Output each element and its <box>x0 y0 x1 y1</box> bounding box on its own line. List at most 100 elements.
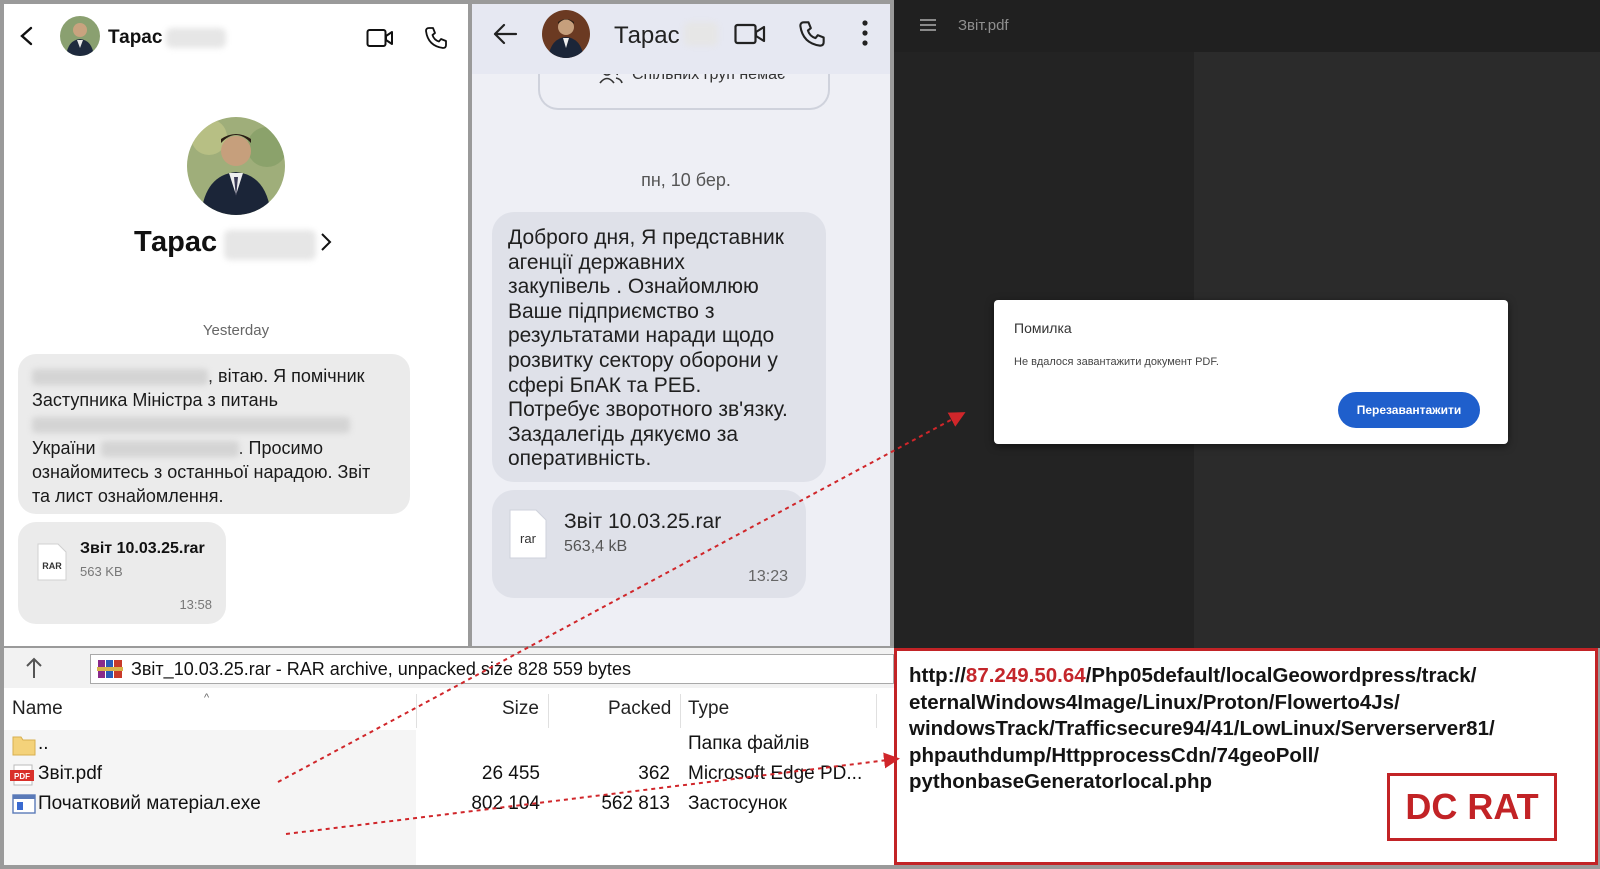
phone-icon[interactable] <box>424 26 448 50</box>
chevron-right-icon[interactable] <box>320 232 332 252</box>
column-divider <box>680 694 681 728</box>
chat-header: Тарас <box>472 4 890 74</box>
viewer-toolbar: Звіт.pdf <box>894 0 1600 52</box>
file-name: Звіт 10.03.25.rar <box>80 540 205 557</box>
message-line: результатами наради щодо <box>508 324 775 348</box>
column-divider <box>876 694 877 728</box>
redacted-text <box>32 417 350 434</box>
url-line: http://87.249.50.64/Php05default/localGe… <box>909 664 1477 687</box>
blurred-surname <box>684 22 718 46</box>
url-line: windowsTrack/Trafficsecure94/41/LowLinux… <box>909 717 1495 740</box>
column-divider <box>416 694 417 728</box>
column-size[interactable]: Size <box>502 698 539 720</box>
message-line: Доброго дня, Я представник <box>508 226 784 249</box>
redacted-text <box>100 441 239 458</box>
message-line: України . Просимо <box>32 438 323 458</box>
messenger-panel-1: Тарас Тарас Yesterday , вітаю. Я помічни… <box>4 4 468 646</box>
message-line: ознайомитесь з останньої нарадою. Звіт <box>32 462 371 482</box>
more-options-icon[interactable] <box>862 20 868 46</box>
video-call-icon[interactable] <box>734 22 766 46</box>
row-name: Початковий матеріал.exe <box>38 793 261 814</box>
table-row[interactable]: PDF Звіт.pdf 26 455 362 Microsoft Edge P… <box>4 760 894 790</box>
messenger-panel-2: Спільних груп немає Тарас пн, 10 бер. До… <box>472 4 890 646</box>
chat-header: Тарас <box>4 4 468 68</box>
winrar-panel: Звіт_10.03.25.rar - RAR archive, unpacke… <box>4 648 894 865</box>
archive-info: Звіт_10.03.25.rar - RAR archive, unpacke… <box>131 659 631 679</box>
row-packed: 562 813 <box>601 793 670 814</box>
table-row[interactable]: Початковий матеріал.exe 802 104 562 813 … <box>4 790 894 820</box>
blurred-surname <box>166 28 226 48</box>
file-attachment[interactable]: rar Звіт 10.03.25.rar 563,4 kB 13:23 <box>492 490 806 598</box>
table-row[interactable]: .. Папка файлів <box>4 730 894 760</box>
column-header-row <box>4 694 894 728</box>
row-name: Звіт.pdf <box>38 763 103 784</box>
message-time: 13:23 <box>747 568 788 585</box>
error-dialog: Помилка Не вдалося завантажити документ … <box>994 300 1508 444</box>
dialog-title: Помилка <box>1014 320 1072 336</box>
message-line: закупівель . Ознайомлюю <box>508 275 759 299</box>
message-line: Заступника Міністра з питань <box>32 390 278 410</box>
date-separator: пн, 10 бер. <box>641 170 731 190</box>
url-line: phpauthdump/HttpprocessCdn/74geoPoll/ <box>909 743 1320 767</box>
exe-icon <box>12 794 36 814</box>
pdf-icon: PDF <box>10 764 34 786</box>
reload-button[interactable]: Перезавантажити <box>1338 392 1480 428</box>
address-bar-area: Звіт_10.03.25.rar - RAR archive, unpacke… <box>4 648 894 688</box>
column-packed[interactable]: Packed <box>608 698 671 720</box>
row-type: Застосунок <box>688 793 787 814</box>
message-time: 13:58 <box>179 597 212 612</box>
row-size: 802 104 <box>471 793 540 814</box>
file-name: Звіт 10.03.25.rar <box>564 510 722 533</box>
message-line: Потребує зворотного зв'язку. <box>508 398 788 422</box>
avatar[interactable] <box>60 16 100 56</box>
column-type[interactable]: Type <box>688 698 729 720</box>
composite-screenshot: Тарас Тарас Yesterday , вітаю. Я помічни… <box>0 0 1600 869</box>
pdf-viewer-panel: Звіт.pdf Помилка Не вдалося завантажити … <box>894 0 1600 648</box>
message-line: Ваше підприємство з <box>508 299 715 323</box>
rar-archive-icon <box>97 660 123 678</box>
rar-file-icon: RAR <box>37 543 67 581</box>
contact-name: Тарас <box>614 22 680 49</box>
redacted-text <box>32 369 208 386</box>
message-bubble: , вітаю. Я помічник Заступника Міністра … <box>18 354 410 514</box>
back-arrow-icon[interactable] <box>18 26 34 46</box>
file-attachment[interactable]: RAR Звіт 10.03.25.rar 563 KB 13:58 <box>18 522 226 624</box>
badge-label: DC RAT <box>1405 786 1539 827</box>
menu-icon[interactable] <box>920 18 936 32</box>
back-arrow-icon[interactable] <box>492 22 518 46</box>
message-line: оперативність. <box>508 447 652 471</box>
video-call-icon[interactable] <box>366 28 394 48</box>
message-bubble: Доброго дня, Я представник агенції держа… <box>492 212 826 482</box>
row-name: .. <box>38 733 49 754</box>
rar-file-icon: rar <box>509 509 547 559</box>
message-line: , вітаю. Я помічник <box>32 364 396 388</box>
row-size: 26 455 <box>481 763 540 784</box>
row-packed: 362 <box>638 763 670 784</box>
date-separator: Yesterday <box>202 322 270 339</box>
up-arrow-icon[interactable] <box>24 656 44 680</box>
blurred-surname <box>224 230 316 260</box>
avatar[interactable] <box>542 10 590 58</box>
row-type: Microsoft Edge PD... <box>688 763 863 784</box>
message-line: та лист ознайомлення. <box>32 486 224 506</box>
phone-icon[interactable] <box>798 20 826 48</box>
message-line: Заздалегідь дякуємо за <box>508 422 739 446</box>
message-line: розвитку сектору оборони у <box>508 348 778 372</box>
row-type: Папка файлів <box>688 733 810 754</box>
message-line <box>32 412 396 436</box>
document-title: Звіт.pdf <box>958 17 1009 34</box>
url-line: eternalWindows4Image/Linux/Proton/Flower… <box>909 690 1400 714</box>
profile-name[interactable]: Тарас <box>134 226 217 259</box>
svg-text:rar: rar <box>520 531 537 546</box>
dialog-message: Не вдалося завантажити документ PDF. <box>1014 356 1219 368</box>
svg-text:PDF: PDF <box>14 772 30 781</box>
malware-badge: DC RAT <box>1387 773 1557 841</box>
address-bar[interactable]: Звіт_10.03.25.rar - RAR archive, unpacke… <box>90 654 894 684</box>
folder-icon <box>12 736 36 756</box>
message-line: агенції державних <box>508 250 685 274</box>
file-size: 563,4 kB <box>564 538 628 555</box>
svg-text:RAR: RAR <box>42 561 62 571</box>
column-name[interactable]: Name <box>12 698 63 720</box>
contact-name: Тарас <box>108 27 163 48</box>
profile-avatar[interactable] <box>187 117 285 215</box>
